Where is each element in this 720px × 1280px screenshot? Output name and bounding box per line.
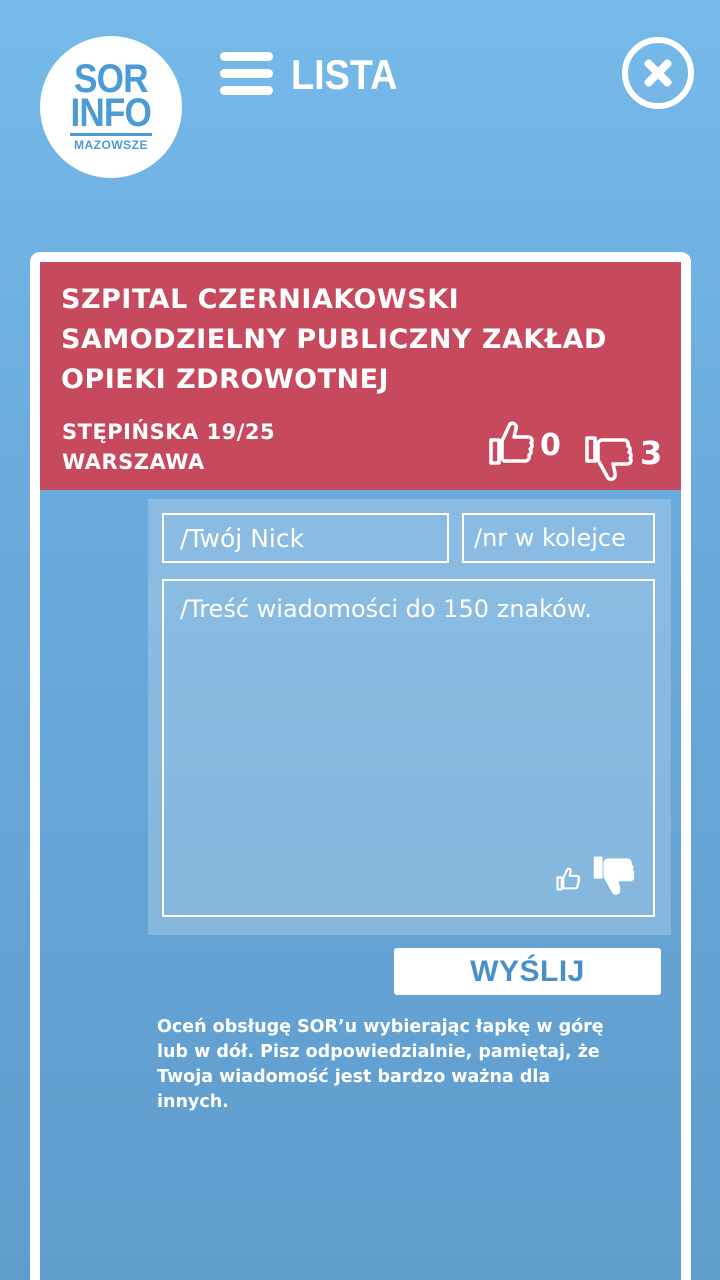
- send-button[interactable]: WYŚLIJ: [394, 948, 661, 995]
- hospital-header: SZPITAL CZERNIAKOWSKI SAMODZIELNY PUBLIC…: [40, 262, 681, 490]
- hamburger-icon[interactable]: [220, 52, 275, 96]
- thumbs-up-icon[interactable]: [556, 867, 580, 891]
- comment-form: [148, 499, 671, 935]
- thumbs-up-icon[interactable]: [488, 420, 534, 466]
- list-menu-button[interactable]: LISTA: [291, 52, 397, 98]
- message-textarea[interactable]: [162, 579, 655, 917]
- logo-line-2: INFO: [70, 91, 152, 135]
- like-count: 0: [540, 428, 561, 463]
- hospital-name: SZPITAL CZERNIAKOWSKI SAMODZIELNY PUBLIC…: [61, 284, 607, 395]
- queue-number-input[interactable]: [462, 513, 655, 563]
- app-logo: SOR INFO MAZOWSZE: [40, 36, 182, 178]
- info-text: Oceń obsługę SOR’u wybierając łapkę w gó…: [157, 1017, 604, 1112]
- hospital-panel: SZPITAL CZERNIAKOWSKI SAMODZIELNY PUBLIC…: [30, 252, 691, 1280]
- close-icon[interactable]: [622, 37, 694, 109]
- nick-input[interactable]: [162, 513, 449, 563]
- dislike-count: 3: [640, 434, 663, 472]
- hospital-city: WARSZAWA: [62, 450, 205, 474]
- thumbs-down-icon[interactable]: [592, 853, 636, 899]
- logo-region: MAZOWSZE: [74, 138, 148, 152]
- hospital-street: STĘPIŃSKA 19/25: [62, 420, 276, 444]
- thumbs-down-icon[interactable]: [584, 434, 634, 484]
- hospital-address: STĘPIŃSKA 19/25 WARSZAWA: [62, 417, 275, 477]
